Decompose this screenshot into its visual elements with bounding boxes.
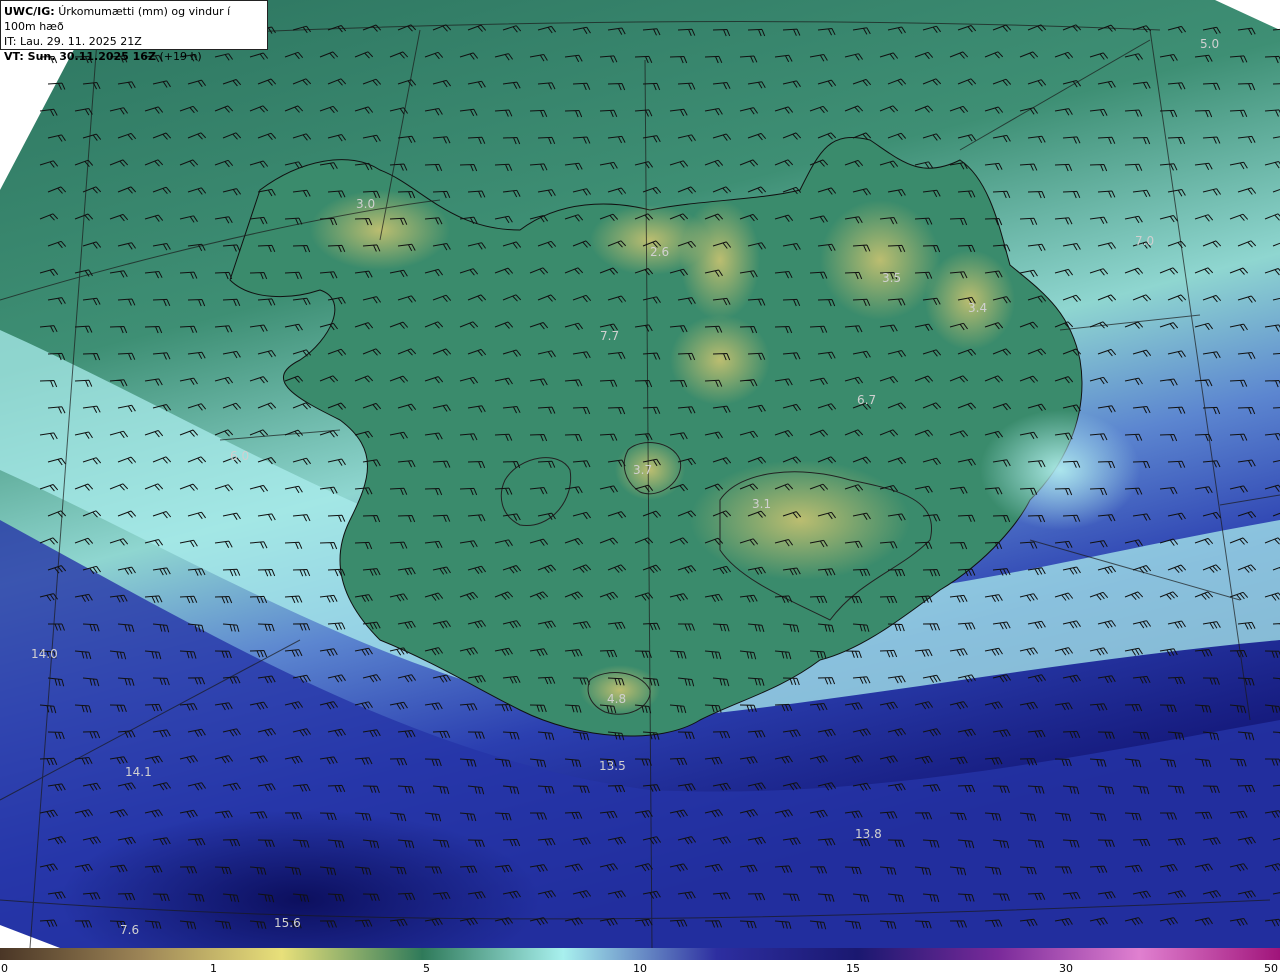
valid-time-line: VT: Sun. 30.11.2025 16Z (+19 h) — [4, 49, 264, 64]
point-label: 15.6 — [274, 916, 301, 930]
title-line: UWC/IG: Úrkomumætti (mm) og vindur í 100… — [4, 4, 264, 34]
colorbar-tick: 1 — [210, 962, 217, 975]
highland-north2 — [680, 200, 760, 320]
precipitation-wind-map: 5.0 3.0 2.6 7.0 3.5 3.4 7.7 6.7 6.0 3.7 … — [0, 0, 1280, 948]
point-label: 6.0 — [230, 449, 249, 463]
point-label: 3.7 — [633, 463, 652, 477]
point-label: 3.1 — [752, 497, 771, 511]
valid-time: VT: Sun. 30.11.2025 16Z — [4, 50, 156, 63]
colorbar-tick: 15 — [846, 962, 860, 975]
point-label: 5.0 — [1200, 37, 1219, 51]
point-label: 7.7 — [600, 329, 619, 343]
colorbar-tick: 30 — [1059, 962, 1073, 975]
init-time: IT: Lau. 29. 11. 2025 21Z — [4, 35, 142, 48]
product-code: UWC/IG: — [4, 5, 55, 18]
point-label: 3.5 — [882, 271, 901, 285]
colorbar-tick: 0 — [1, 962, 8, 975]
point-label: 7.6 — [120, 923, 139, 937]
point-label: 3.4 — [968, 301, 987, 315]
point-label: 14.1 — [125, 765, 152, 779]
lead-time: (+19 h) — [159, 50, 202, 63]
highland-westfjords — [310, 190, 450, 270]
point-label: 14.0 — [31, 647, 58, 661]
point-label: 13.5 — [599, 759, 626, 773]
point-label: 6.7 — [857, 393, 876, 407]
glacier-vatnajokull — [690, 460, 910, 580]
point-label: 7.0 — [1135, 234, 1154, 248]
colorbar-strip — [0, 948, 1280, 960]
point-label: 4.8 — [607, 692, 626, 706]
colorbar-tick: 5 — [423, 962, 430, 975]
point-label: 13.8 — [855, 827, 882, 841]
highland-ne — [820, 200, 940, 320]
point-label: 2.6 — [650, 245, 669, 259]
light-patch-east — [980, 410, 1140, 530]
colorbar: 0 1 5 10 15 30 50 — [0, 948, 1280, 978]
point-label: 3.0 — [356, 197, 375, 211]
colorbar-tick: 50 — [1264, 962, 1278, 975]
colorbar-tick: 10 — [633, 962, 647, 975]
map-info-box: UWC/IG: Úrkomumætti (mm) og vindur í 100… — [0, 0, 268, 63]
